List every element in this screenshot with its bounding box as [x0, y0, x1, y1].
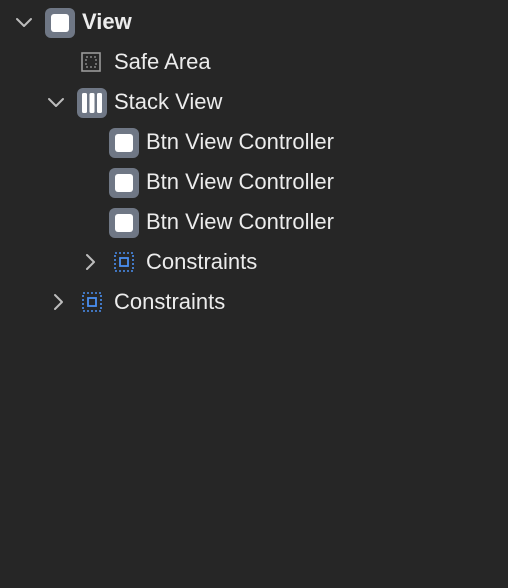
safe-area-icon	[80, 51, 102, 73]
view-icon	[109, 128, 139, 158]
view-icon	[109, 168, 139, 198]
outline-label-button: Btn View Controller	[146, 169, 334, 194]
outline-label-stack-view: Stack View	[114, 89, 223, 114]
view-icon	[109, 208, 139, 238]
outline-label-button: Btn View Controller	[146, 129, 334, 154]
constraints-icon	[113, 251, 135, 273]
outline-label-view: View	[82, 9, 132, 34]
constraints-icon	[81, 291, 103, 313]
outline-label-safe-area: Safe Area	[114, 49, 211, 74]
outline-label-constraints: Constraints	[146, 249, 258, 274]
outline-row-view-constraints[interactable]: Constraints	[0, 282, 508, 322]
stack-view-icon	[77, 88, 107, 118]
outline-row-stack-constraints[interactable]: Constraints	[0, 242, 508, 282]
document-outline: View Safe Area Stack View Btn View Contr…	[0, 0, 508, 588]
outline-row-stack-view[interactable]: Stack View	[0, 82, 508, 122]
outline-row-button[interactable]: Btn View Controller	[0, 162, 508, 202]
chevron-down-icon[interactable]	[46, 92, 66, 112]
outline-row-safe-area[interactable]: Safe Area	[0, 42, 508, 82]
outline-row-button[interactable]: Btn View Controller	[0, 122, 508, 162]
outline-label-button: Btn View Controller	[146, 209, 334, 234]
view-icon	[45, 8, 75, 38]
chevron-right-icon[interactable]	[80, 252, 100, 272]
chevron-down-icon[interactable]	[14, 12, 34, 32]
chevron-right-icon[interactable]	[48, 292, 68, 312]
outline-label-constraints: Constraints	[114, 289, 226, 314]
outline-row-button[interactable]: Btn View Controller	[0, 202, 508, 242]
outline-row-view[interactable]: View	[0, 2, 508, 42]
